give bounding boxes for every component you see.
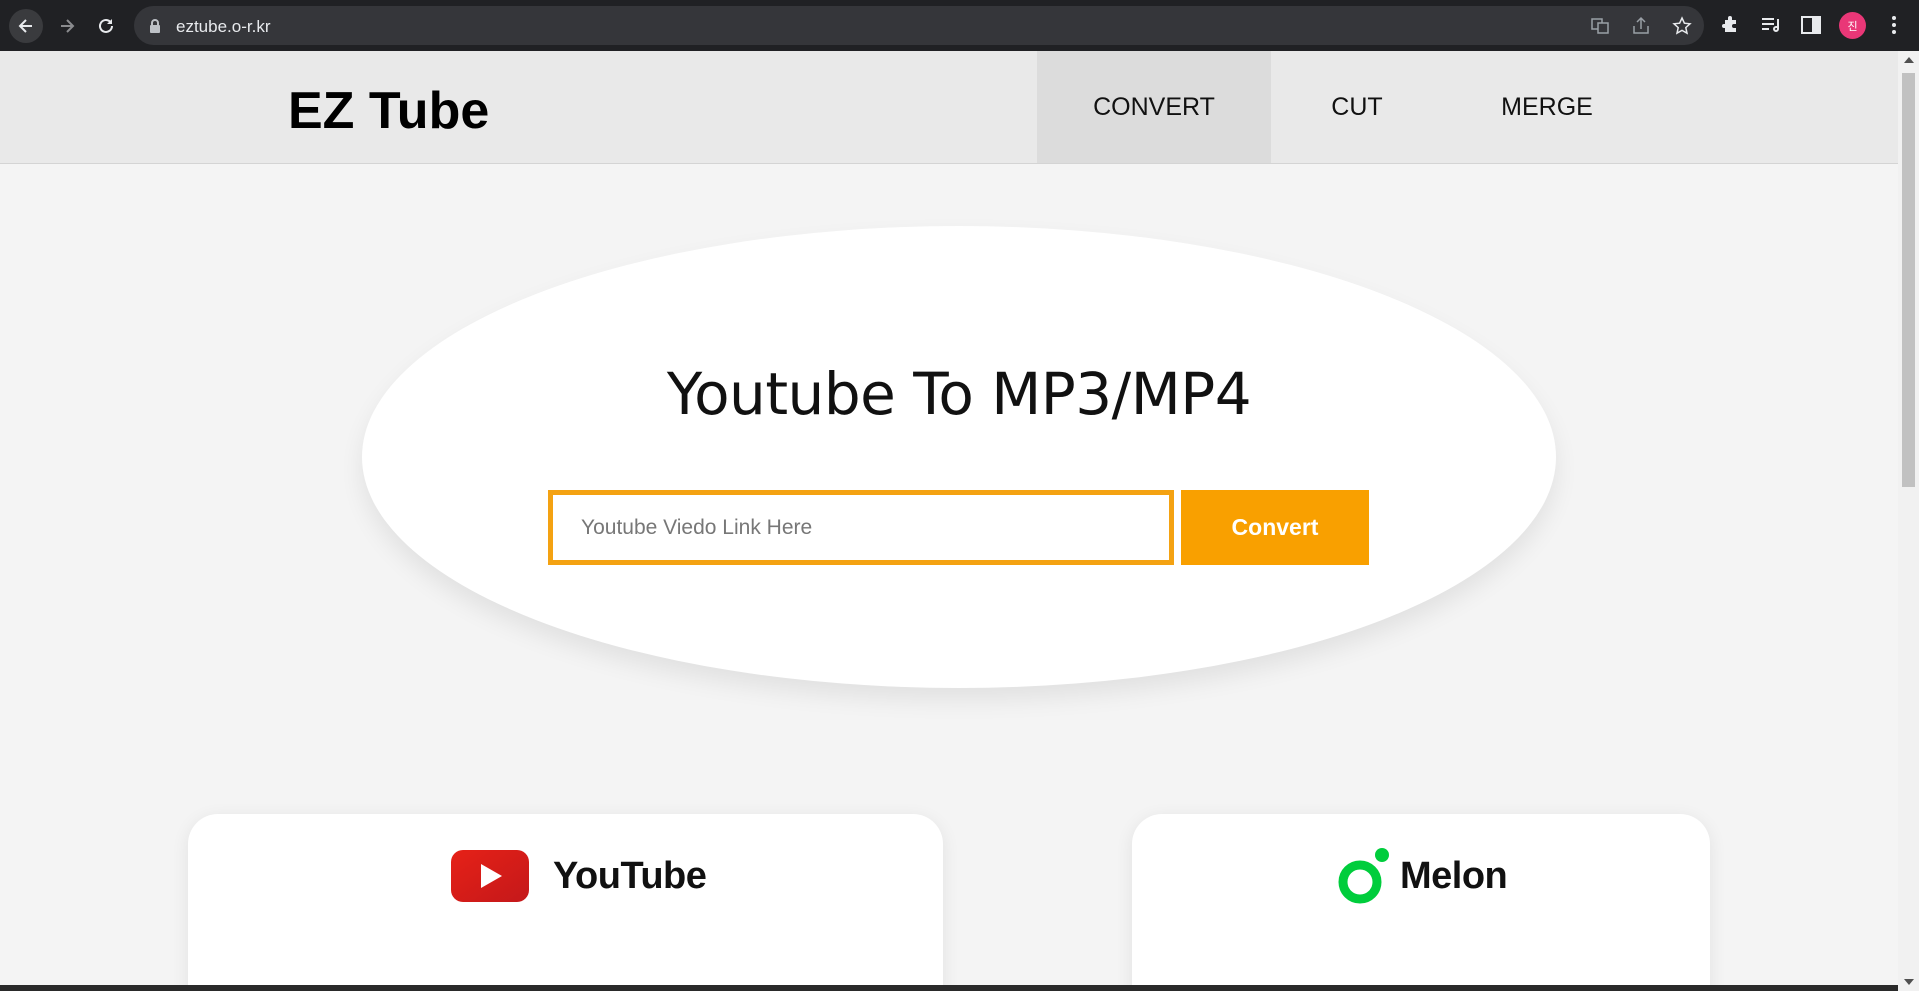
side-panel-icon[interactable] xyxy=(1799,13,1823,37)
video-link-input[interactable] xyxy=(548,490,1174,565)
back-button[interactable] xyxy=(9,9,43,43)
reload-button[interactable] xyxy=(89,9,123,43)
nav-cut[interactable]: CUT xyxy=(1271,51,1443,163)
site-logo[interactable]: EZ Tube xyxy=(288,81,489,141)
url-text: eztube.o-r.kr xyxy=(176,17,271,36)
forward-icon xyxy=(61,19,75,33)
forward-button[interactable] xyxy=(50,9,84,43)
reload-icon xyxy=(99,18,113,33)
convert-button[interactable]: Convert xyxy=(1181,490,1369,565)
browser-toolbar: eztube.o-r.kr 진 xyxy=(0,0,1919,51)
page-scrollbar[interactable] xyxy=(1898,51,1919,991)
back-icon xyxy=(18,19,32,33)
extensions-icon[interactable] xyxy=(1719,13,1743,37)
melon-label: Melon xyxy=(1400,854,1508,897)
star-icon[interactable] xyxy=(1672,16,1692,36)
site-header: EZ Tube CONVERT CUT MERGE xyxy=(0,51,1898,164)
melon-card[interactable]: Melon xyxy=(1132,814,1710,991)
profile-avatar[interactable]: 진 xyxy=(1839,12,1866,39)
nav-merge[interactable]: MERGE xyxy=(1443,51,1651,163)
scroll-thumb[interactable] xyxy=(1902,73,1915,487)
menu-icon[interactable] xyxy=(1882,13,1906,37)
lock-icon xyxy=(150,19,160,33)
share-icon[interactable] xyxy=(1631,16,1651,36)
melon-brand: Melon xyxy=(1338,846,1508,906)
hero-panel: Youtube To MP3/MP4 xyxy=(362,226,1556,688)
youtube-label: YouTube xyxy=(553,854,707,897)
address-bar[interactable]: eztube.o-r.kr xyxy=(134,6,1704,45)
bottom-edge xyxy=(0,985,1898,991)
youtube-logo-icon xyxy=(451,850,529,902)
media-queue-icon[interactable] xyxy=(1759,13,1783,37)
youtube-brand: YouTube xyxy=(450,850,707,902)
translate-icon[interactable] xyxy=(1590,16,1610,36)
scroll-up-arrow-icon[interactable] xyxy=(1904,57,1914,63)
nav-convert[interactable]: CONVERT xyxy=(1037,51,1271,163)
page-title: Youtube To MP3/MP4 xyxy=(666,360,1252,428)
youtube-card[interactable]: YouTube xyxy=(188,814,943,991)
scroll-down-arrow-icon[interactable] xyxy=(1904,979,1914,985)
melon-logo-icon xyxy=(1338,848,1389,904)
